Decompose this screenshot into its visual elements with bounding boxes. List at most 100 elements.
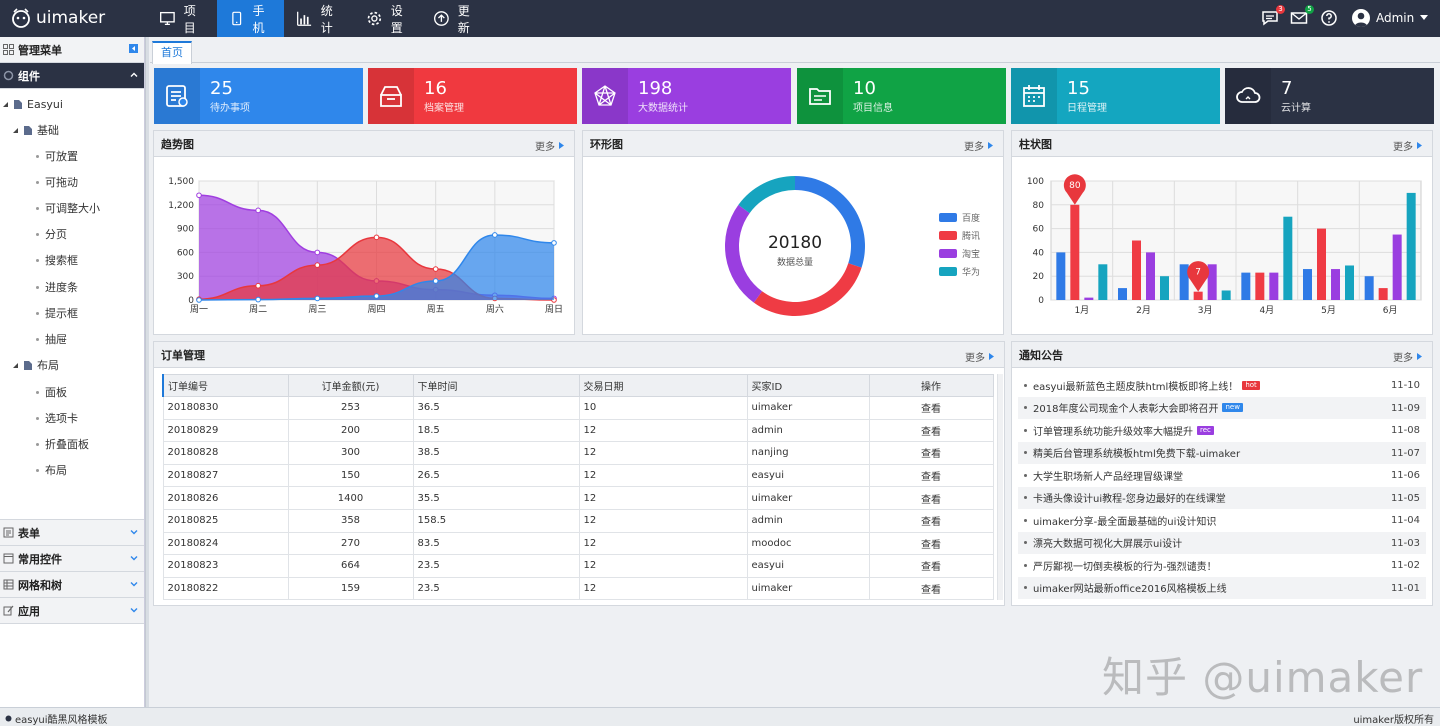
- view-link[interactable]: 查看: [868, 441, 994, 465]
- network-icon: [594, 85, 616, 106]
- tree-leaf[interactable]: 分页: [34, 221, 67, 247]
- notice-item[interactable]: uimaker分享-最全面最基础的ui设计知识 11-04: [1018, 509, 1426, 532]
- tree-leaf[interactable]: 可调整大小: [34, 195, 100, 221]
- stat-card-cloud[interactable]: 7 云计算: [1225, 68, 1434, 124]
- view-link[interactable]: 查看: [868, 531, 994, 556]
- message-button[interactable]: 3: [1261, 5, 1285, 27]
- notice-item[interactable]: 精美后台管理系统模板html免费下载-uimaker 11-07: [1018, 441, 1426, 464]
- table-row[interactable]: 20180830 253 36.5 10 uimaker 查看: [162, 396, 994, 420]
- notice-item[interactable]: uimaker网站最新office2016风格模板上线 11-01: [1018, 576, 1426, 599]
- table-scrollbar[interactable]: [997, 374, 1003, 600]
- table-row[interactable]: 20180822 159 23.5 12 uimaker 查看: [162, 576, 994, 601]
- sidebar-splitter[interactable]: [145, 37, 149, 707]
- view-link[interactable]: 查看: [868, 554, 994, 578]
- view-link[interactable]: 查看: [868, 486, 994, 510]
- notice-item[interactable]: 漂亮大数据可视化大屏展示ui设计 11-03: [1018, 531, 1426, 554]
- table-cell: 23.5: [412, 576, 580, 601]
- nav-item-update[interactable]: 更新: [421, 0, 491, 37]
- column-header[interactable]: 下单时间: [412, 374, 580, 397]
- y-tick-label: 60: [1033, 225, 1045, 235]
- user-icon: [1354, 12, 1368, 27]
- view-link[interactable]: 查看: [868, 418, 994, 443]
- mail-button[interactable]: 5: [1290, 5, 1314, 27]
- nav-item-project[interactable]: 项目: [147, 0, 217, 37]
- table-row[interactable]: 20180823 664 23.5 12 easyui 查看: [162, 554, 994, 578]
- more-link[interactable]: 更多: [964, 138, 993, 153]
- tab-home[interactable]: 首页: [152, 41, 192, 64]
- view-link[interactable]: 查看: [868, 396, 994, 420]
- notice-item[interactable]: 严厉鄙视一切倒卖模板的行为-强烈谴责！ 11-02: [1018, 554, 1426, 577]
- nav-item-mobile[interactable]: 手机: [217, 0, 284, 37]
- collapse-sidebar-icon[interactable]: [129, 44, 138, 53]
- view-link[interactable]: 查看: [868, 576, 994, 601]
- tree-leaf[interactable]: 折叠面板: [34, 431, 89, 457]
- marker-label: 80: [1069, 181, 1081, 191]
- tree-leaf[interactable]: 提示框: [34, 300, 78, 326]
- tree-leaf[interactable]: 面板: [34, 379, 67, 405]
- column-header[interactable]: 订单编号: [162, 374, 289, 397]
- more-link[interactable]: 更多: [1393, 349, 1422, 364]
- sidebar-group-components[interactable]: 组件: [0, 63, 144, 89]
- top-navigation-bar: uimaker 项目 手机 统计 设置 更新 3 5 Admin: [0, 0, 1440, 37]
- tree-leaf[interactable]: 可放置: [34, 143, 78, 169]
- tree-leaf[interactable]: 抽屉: [34, 326, 67, 352]
- notice-item[interactable]: 卡通头像设计ui教程-您身边最好的在线课堂 11-05: [1018, 486, 1426, 509]
- more-link[interactable]: 更多: [965, 349, 994, 364]
- sidebar-section-forms[interactable]: 表单: [0, 520, 144, 546]
- notice-item[interactable]: 2018年度公司现金个人表彰大会即将召开 new 11-09: [1018, 396, 1426, 419]
- notice-title: uimaker分享-最全面最基础的ui设计知识: [1033, 516, 1217, 528]
- tree-leaf[interactable]: 搜索框: [34, 247, 78, 273]
- stat-card-todo[interactable]: 25 待办事项: [154, 68, 363, 124]
- trend-chart: 03006009001,2001,500周一 周二 周三 周四 周五 周六 周日: [168, 177, 563, 315]
- help-button[interactable]: [1320, 9, 1340, 27]
- tree-node-layout[interactable]: 布局: [12, 352, 59, 378]
- x-tick-label: 1月: [1074, 305, 1089, 316]
- sidebar-title-label: 管理菜单: [18, 43, 62, 57]
- stat-card-project[interactable]: 10 项目信息: [797, 68, 1006, 124]
- column-header[interactable]: 买家ID: [746, 374, 870, 397]
- data-point: [255, 296, 261, 303]
- table-row[interactable]: 20180824 270 83.5 12 moodoc 查看: [162, 531, 994, 556]
- notice-date: 11-06: [1390, 470, 1420, 481]
- column-header[interactable]: 操作: [868, 374, 994, 397]
- donut-center-label: 数据总量: [777, 256, 813, 268]
- view-link[interactable]: 查看: [868, 463, 994, 488]
- stat-card-archive[interactable]: 16 档案管理: [368, 68, 577, 124]
- sidebar-section-common-controls[interactable]: 常用控件: [0, 546, 144, 572]
- more-link[interactable]: 更多: [1393, 138, 1422, 153]
- view-link[interactable]: 查看: [868, 508, 994, 533]
- tree-leaf[interactable]: 进度条: [34, 274, 78, 300]
- tree-leaf[interactable]: 可拖动: [34, 169, 78, 195]
- archive-icon: [380, 86, 402, 107]
- table-row[interactable]: 20180829 200 18.5 12 admin 查看: [162, 418, 994, 443]
- tree-node-basic[interactable]: 基础: [12, 117, 59, 143]
- table-row[interactable]: 20180825 358 158.5 12 admin 查看: [162, 508, 994, 533]
- notice-item[interactable]: easyui最新蓝色主题皮肤html模板即将上线！ hot 11-10: [1018, 374, 1426, 397]
- sidebar-section-apps[interactable]: 应用: [0, 598, 144, 624]
- app-logo[interactable]: uimaker: [10, 7, 105, 29]
- notice-item[interactable]: 订单管理系统功能升级效率大幅提升 rec 11-08: [1018, 419, 1426, 442]
- tree-leaf[interactable]: 布局: [34, 457, 67, 483]
- tree-leaf[interactable]: 选项卡: [34, 405, 78, 431]
- bullet-icon: [36, 468, 39, 472]
- column-header[interactable]: 订单金额(元): [287, 374, 414, 397]
- notice-item[interactable]: 大学生职场新人产品经理冒级课堂 11-06: [1018, 464, 1426, 487]
- bar: [1056, 252, 1066, 300]
- nav-item-statistics[interactable]: 统计: [284, 0, 354, 37]
- stat-icon-box: [154, 68, 200, 124]
- table-row[interactable]: 20180826 1400 35.5 12 uimaker 查看: [162, 486, 994, 510]
- table-cell: nanjing: [746, 441, 870, 465]
- user-menu[interactable]: Admin: [1352, 9, 1429, 27]
- column-header[interactable]: 交易日期: [578, 374, 748, 397]
- table-row[interactable]: 20180828 300 38.5 12 nanjing 查看: [162, 441, 994, 465]
- tree-node-easyui[interactable]: Easyui: [2, 91, 63, 117]
- stat-card-bigdata[interactable]: 198 大数据统计: [582, 68, 791, 124]
- nav-item-settings[interactable]: 设置: [354, 0, 424, 37]
- table-cell: moodoc: [746, 531, 870, 556]
- sidebar-section-grid-tree[interactable]: 网格和树: [0, 572, 144, 598]
- gear-icon: [3, 70, 14, 81]
- table-row[interactable]: 20180827 150 26.5 12 easyui 查看: [162, 463, 994, 488]
- bar: [1317, 228, 1326, 300]
- stat-card-schedule[interactable]: 15 日程管理: [1011, 68, 1220, 124]
- more-link[interactable]: 更多: [535, 138, 564, 153]
